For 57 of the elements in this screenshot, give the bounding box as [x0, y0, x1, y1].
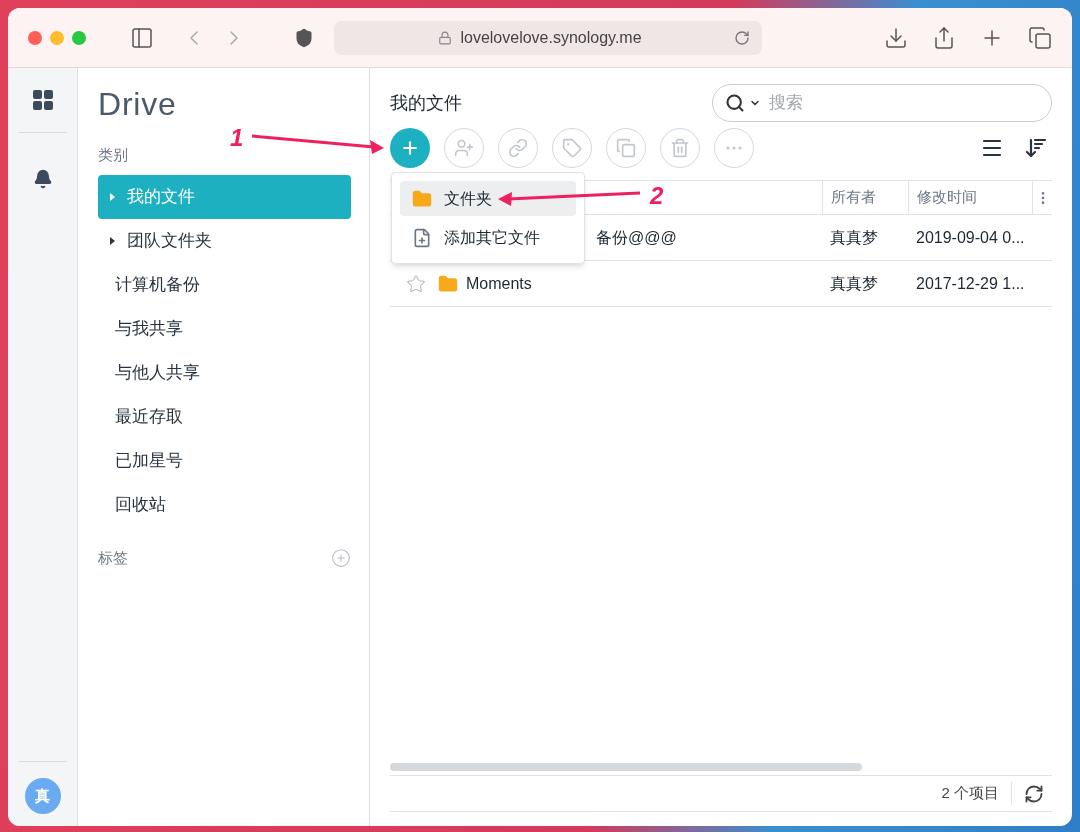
- modified-cell-text: 2019-09-04 0...: [915, 227, 1026, 248]
- menu-item[interactable]: 添加其它文件: [400, 220, 576, 255]
- sidebar-item[interactable]: 回收站: [98, 482, 351, 527]
- share-icon[interactable]: [932, 25, 956, 50]
- annotation-number: 2: [650, 181, 664, 211]
- owner-cell-text: 真真梦: [829, 273, 879, 294]
- drive-logo: Drive: [98, 88, 178, 120]
- section-label: 标签: [98, 547, 128, 568]
- delete-icon: [670, 138, 690, 158]
- sidebar-item[interactable]: 最近存取: [98, 394, 351, 439]
- close-icon[interactable]: [28, 30, 42, 45]
- apps-icon[interactable]: [30, 88, 55, 112]
- section-label: 类别: [98, 145, 129, 165]
- add-tag-icon[interactable]: [331, 547, 351, 568]
- reload-icon[interactable]: [734, 29, 750, 46]
- shield-icon[interactable]: [294, 27, 314, 48]
- column-header[interactable]: 修改时间: [908, 181, 1032, 214]
- address-bar[interactable]: lovelovelove.synology.me: [334, 20, 762, 55]
- tag-icon: [562, 138, 582, 158]
- file-name[interactable]: 备份@@@: [596, 225, 677, 250]
- sidebar-item[interactable]: 与我共享: [98, 306, 351, 351]
- owner-cell-text: 真真梦: [829, 227, 879, 248]
- sidebar-item[interactable]: 计算机备份: [98, 262, 351, 307]
- sidebar-toggle-icon[interactable]: [130, 25, 154, 50]
- tabs-icon[interactable]: [1028, 25, 1052, 50]
- sidebar-item[interactable]: 团队文件夹: [98, 218, 351, 263]
- sort-icon[interactable]: [1024, 136, 1048, 160]
- sidebar-item[interactable]: 已加星号: [98, 438, 351, 483]
- refresh-icon[interactable]: [1024, 783, 1044, 804]
- maximize-icon[interactable]: [72, 30, 86, 45]
- expand-icon[interactable]: [110, 236, 115, 245]
- more-icon: [726, 146, 742, 150]
- search-icon: [725, 93, 745, 113]
- lock-icon: [438, 30, 453, 45]
- download-icon[interactable]: [884, 25, 908, 50]
- add-button[interactable]: [390, 128, 430, 168]
- share-icon: [454, 138, 474, 158]
- add-file-icon: [412, 227, 432, 248]
- horizontal-scrollbar[interactable]: [390, 763, 862, 771]
- add-icon: [400, 138, 420, 158]
- url-text: lovelovelove.synology.me: [460, 27, 642, 48]
- copy-icon: [616, 138, 636, 158]
- column-header[interactable]: 所有者: [822, 181, 908, 214]
- folder-icon: [412, 188, 432, 209]
- modified-cell-text: 2017-12-29 1...: [915, 273, 1026, 294]
- menu-item[interactable]: 文件夹: [400, 181, 576, 216]
- link-icon: [508, 138, 528, 158]
- minimize-icon[interactable]: [50, 30, 64, 45]
- notification-icon[interactable]: [32, 169, 53, 189]
- annotation-number: 1: [230, 123, 244, 153]
- folder-icon: [438, 273, 458, 294]
- file-name[interactable]: Moments: [466, 271, 532, 296]
- star-icon[interactable]: [406, 273, 426, 294]
- search-input[interactable]: 搜索: [769, 90, 1039, 116]
- item-count: 2 个项目: [941, 782, 1012, 805]
- sidebar-item[interactable]: 与他人共享: [98, 350, 351, 395]
- page-title: 我的文件: [390, 91, 462, 115]
